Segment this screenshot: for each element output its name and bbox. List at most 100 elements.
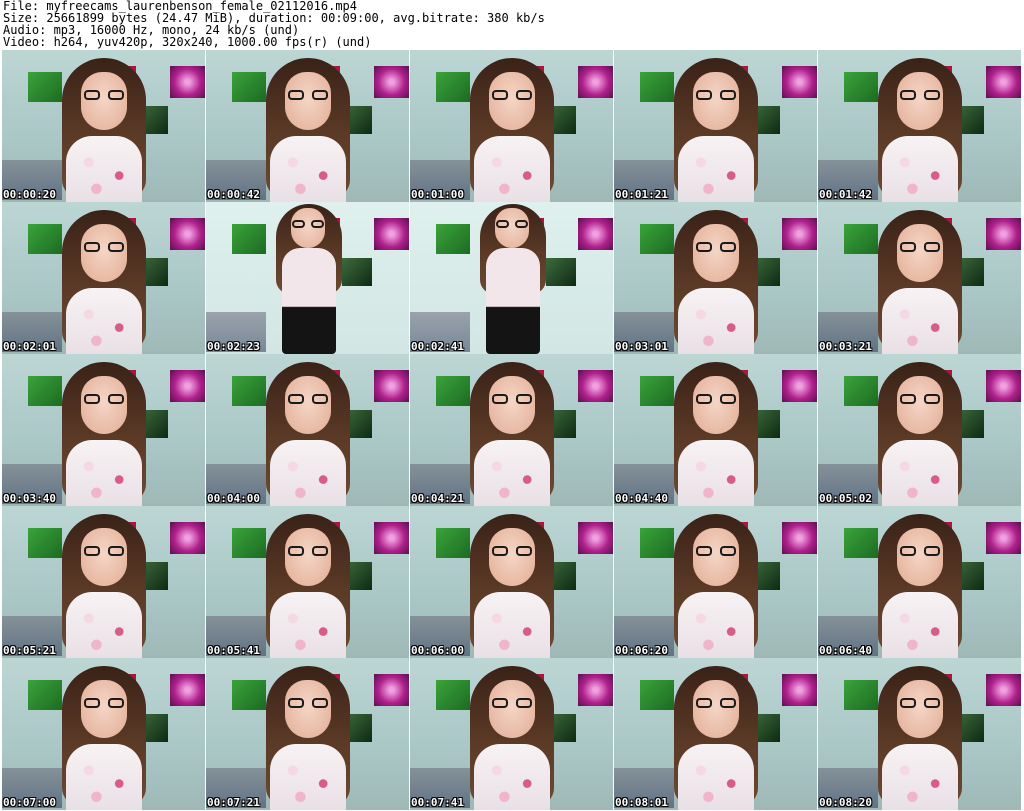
glasses-icon [496, 220, 528, 232]
file-info-header: File: myfreecams_laurenbenson_female_021… [3, 0, 1021, 48]
wall-poster-green [232, 72, 266, 102]
wall-poster-green [28, 528, 62, 558]
thumbnail-timestamp: 00:08:01 [615, 796, 668, 809]
glasses-icon [900, 698, 940, 710]
wall-poster-purple [170, 674, 205, 706]
wall-poster-purple [578, 522, 613, 554]
glasses-icon [492, 546, 532, 558]
video-thumbnail[interactable]: 00:01:42 [818, 50, 1021, 202]
video-thumbnail[interactable]: 00:07:21 [206, 658, 409, 810]
video-thumbnail[interactable]: 00:06:40 [818, 506, 1021, 658]
thumbnail-timestamp: 00:00:20 [3, 188, 56, 201]
thumbnail-timestamp: 00:00:42 [207, 188, 260, 201]
video-thumbnail[interactable]: 00:04:40 [614, 354, 817, 506]
video-thumbnail[interactable]: 00:01:21 [614, 50, 817, 202]
person-body [270, 744, 346, 810]
thumbnail-timestamp: 00:01:21 [615, 188, 668, 201]
glasses-icon [900, 90, 940, 102]
person-body [678, 744, 754, 810]
video-thumbnail[interactable]: 00:07:00 [2, 658, 205, 810]
wall-poster-dark [342, 258, 372, 286]
video-thumbnail[interactable]: 00:07:41 [410, 658, 613, 810]
video-thumbnail[interactable]: 00:03:01 [614, 202, 817, 354]
video-thumbnail[interactable]: 00:03:21 [818, 202, 1021, 354]
wall-poster-purple [782, 218, 817, 250]
wall-poster-green [844, 224, 878, 254]
thumbnail-timestamp: 00:03:40 [3, 492, 56, 505]
wall-poster-green [28, 224, 62, 254]
video-thumbnail[interactable]: 00:04:00 [206, 354, 409, 506]
wall-poster-purple [170, 522, 205, 554]
person-body [474, 592, 550, 658]
wall-poster-green [436, 680, 470, 710]
video-thumbnail[interactable]: 00:04:21 [410, 354, 613, 506]
wall-poster-green [844, 72, 878, 102]
wall-poster-green [640, 680, 674, 710]
wall-poster-green [640, 72, 674, 102]
video-thumbnail[interactable]: 00:02:01 [2, 202, 205, 354]
thumbnail-timestamp: 00:02:01 [3, 340, 56, 353]
glasses-icon [84, 242, 124, 254]
wall-poster-green [640, 224, 674, 254]
wall-poster-purple [782, 370, 817, 402]
wall-poster-green [436, 224, 470, 254]
person-body [66, 440, 142, 506]
wall-poster-purple [578, 674, 613, 706]
person-body [66, 592, 142, 658]
wall-poster-purple [170, 370, 205, 402]
video-thumbnail[interactable]: 00:05:21 [2, 506, 205, 658]
person-body [282, 248, 336, 354]
person-body [270, 136, 346, 202]
video-thumbnail[interactable]: 00:03:40 [2, 354, 205, 506]
wall-poster-purple [170, 218, 205, 250]
wall-poster-green [28, 72, 62, 102]
glasses-icon [696, 394, 736, 406]
video-thumbnail[interactable]: 00:00:20 [2, 50, 205, 202]
video-thumbnail[interactable]: 00:05:02 [818, 354, 1021, 506]
video-thumbnail[interactable]: 00:06:20 [614, 506, 817, 658]
glasses-icon [900, 242, 940, 254]
video-thumbnail[interactable]: 00:05:41 [206, 506, 409, 658]
wall-poster-purple [578, 370, 613, 402]
glasses-icon [492, 394, 532, 406]
wall-poster-purple [578, 218, 613, 250]
person-body [474, 440, 550, 506]
video-thumbnail[interactable]: 00:01:00 [410, 50, 613, 202]
thumbnail-timestamp: 00:04:00 [207, 492, 260, 505]
thumbnail-timestamp: 00:02:41 [411, 340, 464, 353]
thumbnail-timestamp: 00:05:41 [207, 644, 260, 657]
video-thumbnail[interactable]: 00:00:42 [206, 50, 409, 202]
wall-poster-green [232, 224, 266, 254]
video-thumbnail[interactable]: 00:06:00 [410, 506, 613, 658]
thumbnail-timestamp: 00:06:40 [819, 644, 872, 657]
wall-poster-green [844, 680, 878, 710]
glasses-icon [696, 546, 736, 558]
person-body [270, 440, 346, 506]
thumbnail-timestamp: 00:04:21 [411, 492, 464, 505]
wall-poster-green [232, 376, 266, 406]
thumbnail-timestamp: 00:06:00 [411, 644, 464, 657]
glasses-icon [288, 698, 328, 710]
video-thumbnail[interactable]: 00:08:01 [614, 658, 817, 810]
wall-poster-dark [546, 258, 576, 286]
thumbnail-timestamp: 00:01:00 [411, 188, 464, 201]
wall-poster-purple [986, 66, 1021, 98]
wall-poster-purple [374, 370, 409, 402]
glasses-icon [288, 394, 328, 406]
glasses-icon [696, 90, 736, 102]
person-body [270, 592, 346, 658]
video-thumbnail[interactable]: 00:02:41 [410, 202, 613, 354]
wall-poster-purple [986, 370, 1021, 402]
wall-poster-green [436, 376, 470, 406]
thumbnail-timestamp: 00:04:40 [615, 492, 668, 505]
wall-poster-purple [374, 674, 409, 706]
thumbnail-grid: 00:00:20 00:00:42 00:01:00 00:01:21 00:01:42… [2, 50, 1021, 810]
video-thumbnail[interactable]: 00:08:20 [818, 658, 1021, 810]
thumbnail-timestamp: 00:08:20 [819, 796, 872, 809]
wall-poster-purple [782, 674, 817, 706]
wall-poster-green [28, 680, 62, 710]
video-thumbnail[interactable]: 00:02:23 [206, 202, 409, 354]
wall-poster-purple [374, 66, 409, 98]
wall-poster-purple [374, 522, 409, 554]
glasses-icon [696, 698, 736, 710]
